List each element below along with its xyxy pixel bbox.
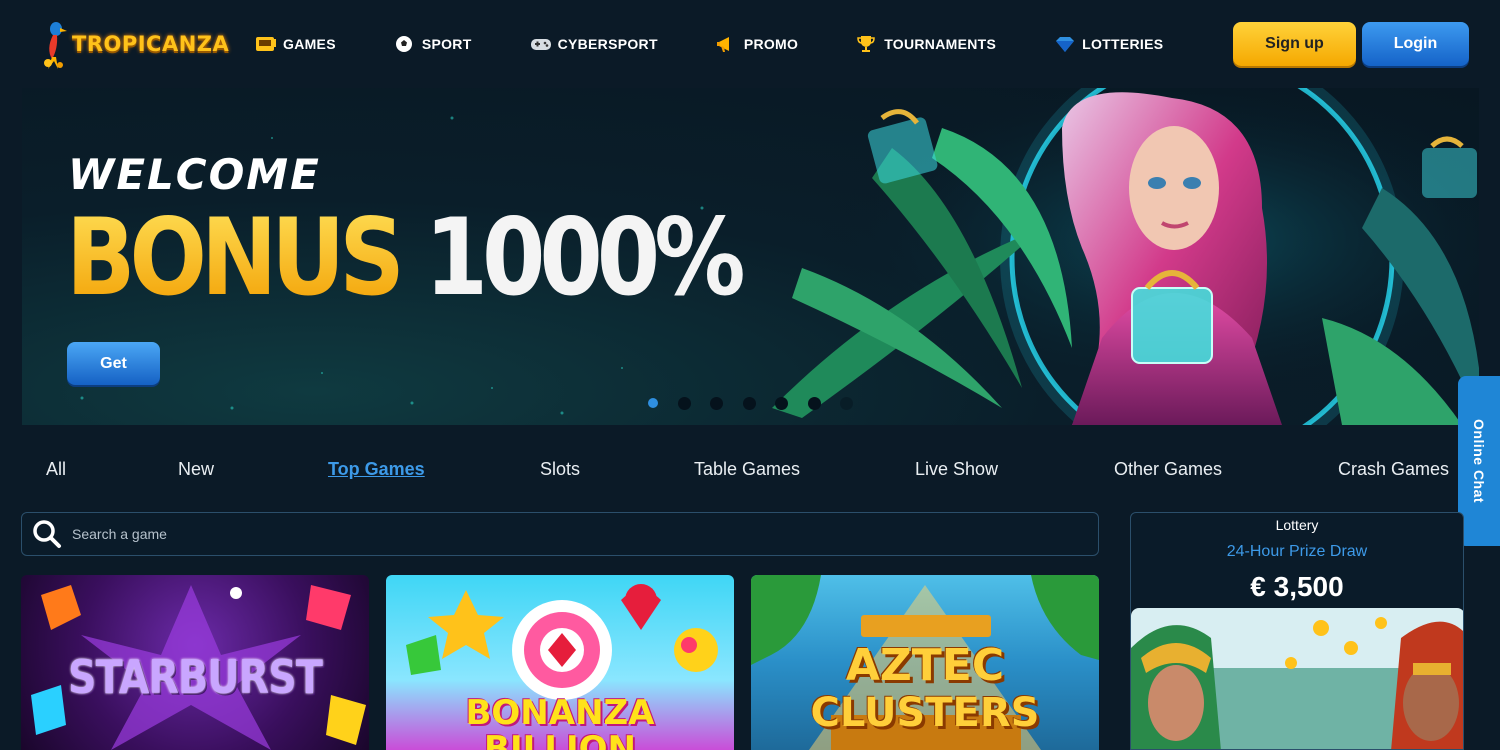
hero-bonus-percent: 1000%	[424, 196, 746, 319]
main-nav: GAMES SPORT CYBERSPORT PROMO TOURNAMENTS	[255, 28, 1163, 60]
lottery-subtitle: 24-Hour Prize Draw	[1226, 543, 1368, 560]
carousel-dot[interactable]	[840, 397, 853, 410]
game-title: STARBURST	[68, 650, 323, 704]
tab-new[interactable]: New	[178, 459, 214, 480]
game-card-bonanza-billion[interactable]: BONANZA BILLION	[386, 575, 734, 750]
nav-lotteries-label: LOTTERIES	[1082, 36, 1164, 52]
carousel-dot[interactable]	[677, 397, 691, 410]
logo[interactable]: TROPICANZA	[40, 18, 229, 70]
carousel-dot[interactable]	[648, 398, 658, 408]
hero-get-button[interactable]: Get	[67, 342, 160, 385]
game-card-starburst[interactable]: STARBURST	[21, 575, 369, 750]
login-button[interactable]: Login	[1362, 22, 1469, 66]
trophy-icon	[856, 35, 878, 53]
tab-live-show[interactable]: Live Show	[915, 459, 998, 480]
category-tabs: All New Top Games Slots Table Games Live…	[0, 459, 1500, 485]
nav-lotteries[interactable]: LOTTERIES	[1054, 35, 1163, 53]
nav-games[interactable]: GAMES	[255, 35, 336, 53]
signup-button[interactable]: Sign up	[1233, 22, 1356, 66]
megaphone-icon	[716, 35, 738, 53]
parrot-icon	[40, 19, 70, 69]
lottery-panel[interactable]: Lottery 24-Hour Prize Draw € 3,500	[1130, 512, 1464, 750]
slot-machine-icon	[255, 35, 277, 53]
tab-slots[interactable]: Slots	[540, 459, 580, 480]
tab-table-games[interactable]: Table Games	[694, 459, 800, 480]
logo-text: TROPICANZA	[72, 32, 230, 56]
nav-promo-label: PROMO	[743, 36, 799, 52]
game-card-aztec-clusters[interactable]: AZTEC CLUSTERS	[751, 575, 1099, 750]
hero-banner[interactable]: WELCOME BONUS 1000% Get	[22, 88, 1479, 425]
tab-crash-games[interactable]: Crash Games	[1338, 459, 1449, 480]
tab-all[interactable]: All	[46, 459, 66, 480]
nav-sport-label: SPORT	[421, 36, 472, 52]
game-title-line2: CLUSTERS	[810, 690, 1040, 736]
hero-carousel-dots	[648, 397, 873, 410]
hero-bonus-headline: BONUS 1000%	[66, 193, 746, 323]
game-title-line1: BONANZA	[465, 693, 655, 733]
tab-other-games[interactable]: Other Games	[1114, 459, 1222, 480]
nav-tournaments-label: TOURNAMENTS	[884, 36, 997, 52]
search-bar	[21, 512, 1099, 556]
tab-top-games[interactable]: Top Games	[328, 459, 425, 480]
nav-sport[interactable]: SPORT	[394, 35, 472, 53]
header: TROPICANZA GAMES SPORT CYBERSPORT PROMO	[0, 0, 1500, 88]
carousel-dot[interactable]	[807, 397, 821, 410]
diamond-icon	[1054, 35, 1076, 53]
hero-welcome-text: WELCOME	[68, 150, 321, 199]
game-title-line2: BILLION	[484, 729, 636, 750]
hero-bonus-word: BONUS	[66, 196, 405, 319]
search-icon	[33, 520, 61, 548]
search-input[interactable]	[72, 526, 972, 542]
carousel-dot[interactable]	[742, 397, 756, 410]
soccer-ball-icon	[394, 35, 416, 53]
nav-tournaments[interactable]: TOURNAMENTS	[856, 35, 996, 53]
carousel-dot[interactable]	[775, 397, 788, 410]
nav-cybersport-label: CYBERSPORT	[557, 36, 658, 52]
hero-tropical-girl-artwork	[742, 88, 1479, 425]
lottery-image	[1131, 608, 1463, 749]
game-title-line1: AZTEC	[845, 640, 1005, 691]
lottery-amount: € 3,500	[1250, 571, 1344, 602]
carousel-dot[interactable]	[710, 397, 723, 410]
lottery-label: Lottery	[1275, 517, 1319, 533]
nav-games-label: GAMES	[283, 36, 336, 52]
gamepad-icon	[530, 35, 552, 53]
nav-cybersport[interactable]: CYBERSPORT	[530, 35, 658, 53]
nav-promo[interactable]: PROMO	[716, 35, 798, 53]
